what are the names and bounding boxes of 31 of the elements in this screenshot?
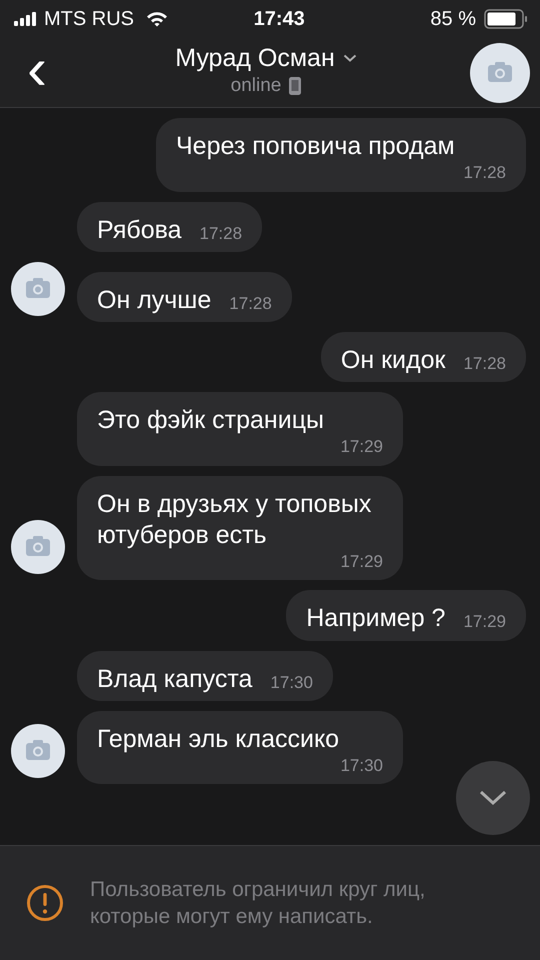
online-status: online xyxy=(230,74,282,98)
message-text: Герман эль классико xyxy=(97,724,340,755)
message-text: Это фэйк страницы xyxy=(97,405,324,436)
carrier-name: MTS RUS xyxy=(44,7,134,32)
message-text: Рябова xyxy=(97,214,182,246)
chevron-down-icon[interactable] xyxy=(342,54,357,63)
wifi-icon xyxy=(146,11,168,27)
message-text: Он кидок xyxy=(340,344,446,376)
message-time: 17:29 xyxy=(340,551,383,573)
message-time: 17:29 xyxy=(463,611,506,634)
warning-icon xyxy=(26,884,64,922)
message-time: 17:28 xyxy=(463,162,506,184)
message-time: 17:30 xyxy=(340,755,383,777)
message-text: Он лучше xyxy=(97,284,212,316)
phone-icon xyxy=(289,77,302,96)
message-text: Влад капуста xyxy=(97,664,252,694)
message-time: 17:30 xyxy=(270,672,313,694)
back-button[interactable]: ‹ xyxy=(12,38,62,98)
message-time: 17:28 xyxy=(229,292,272,314)
message-text: Через поповича продам xyxy=(176,131,455,162)
chat-title[interactable]: Мурад Осман xyxy=(175,44,335,72)
message-time: 17:28 xyxy=(200,222,242,244)
chevron-down-icon xyxy=(478,788,508,807)
battery-icon xyxy=(484,9,528,29)
clock-time: 17:43 xyxy=(254,7,305,32)
message-time: 17:28 xyxy=(463,352,506,375)
restriction-notice: Пользователь ограничил круг лиц, которые могут ему написать. xyxy=(90,876,426,930)
message-text: Например ? xyxy=(306,603,446,634)
message-text: Он в друзьях у топовых ютуберов есть xyxy=(97,488,372,551)
message-time: 17:29 xyxy=(340,436,383,458)
battery-percent: 85 % xyxy=(430,7,476,32)
